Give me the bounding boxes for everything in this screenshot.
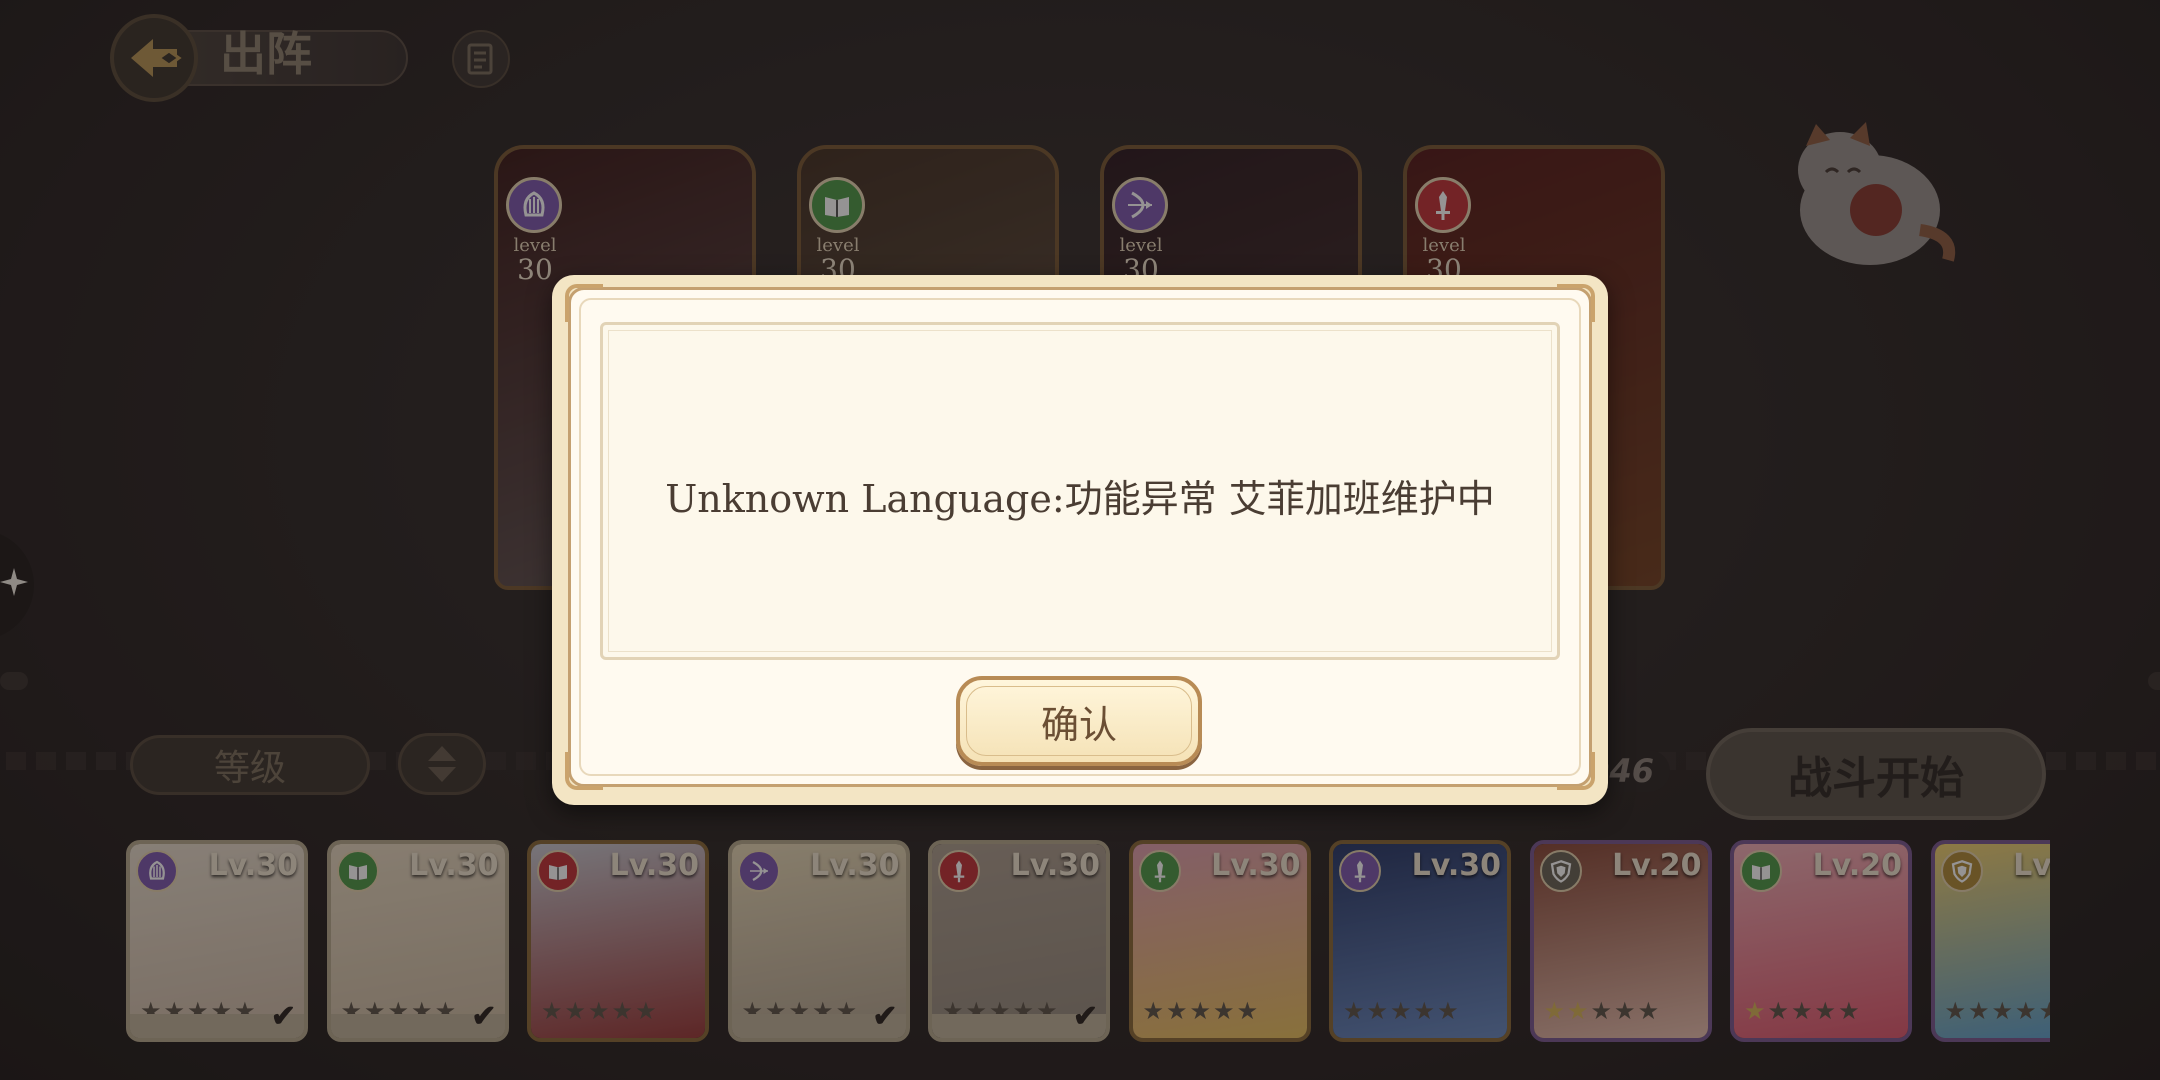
corner-ornament [565, 284, 603, 322]
corner-ornament [565, 752, 603, 790]
corner-ornament [1557, 284, 1595, 322]
dialog-message: Unknown Language:功能异常 艾菲加班维护中 [665, 477, 1495, 521]
confirm-label: 确认 [1040, 702, 1117, 747]
corner-ornament [1557, 752, 1595, 790]
confirm-button[interactable]: 确认 [956, 676, 1202, 766]
